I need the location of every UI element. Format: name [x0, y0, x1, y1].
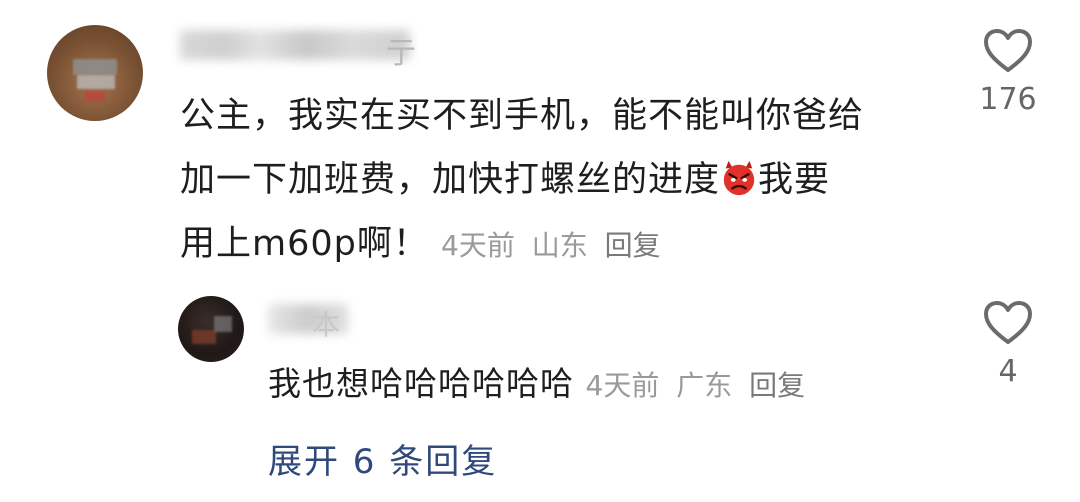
- reply-text: 我也想哈哈哈哈哈哈: [268, 364, 574, 403]
- comment-line-2-end: 我要: [758, 160, 831, 200]
- reply-location: 广东: [676, 369, 733, 402]
- comment-meta: 4天前 山东 回复: [441, 229, 669, 262]
- reply-time: 4天前: [585, 369, 660, 402]
- reply-like-count: 4: [998, 354, 1018, 389]
- reply-button[interactable]: 回复: [605, 229, 661, 262]
- username-visible-fragment: 亍: [386, 36, 416, 71]
- expand-replies-button[interactable]: 展开 6 条回复: [268, 434, 497, 483]
- heart-icon: [984, 301, 1032, 344]
- angry-devil-emoji-icon: [723, 160, 755, 196]
- avatar[interactable]: [47, 25, 143, 121]
- comment-line-1: 公主，我实在买不到手机，能不能叫你爸给: [180, 96, 865, 136]
- comment-text: 公主，我实在买不到手机，能不能叫你爸给 加一下加班费，加快打螺丝的进度 我要 用…: [180, 84, 940, 278]
- comment-line-2: 加一下加班费，加快打螺丝的进度: [180, 160, 721, 200]
- comment-line-3: 用上m60p啊！: [180, 224, 429, 264]
- reply-text-wrap: 我也想哈哈哈哈哈哈 4天前 广东 回复: [268, 356, 813, 414]
- heart-icon: [984, 29, 1032, 72]
- like-button[interactable]: 176: [972, 28, 1044, 117]
- like-count: 176: [979, 82, 1037, 117]
- reply-username-visible-fragment: 本: [312, 308, 341, 341]
- username-blurred[interactable]: [180, 30, 410, 60]
- comment-time: 4天前: [441, 229, 515, 262]
- comment-line-3-wrap: 用上m60p啊！ 4天前 山东 回复: [180, 212, 940, 278]
- reply-meta: 4天前 广东 回复: [586, 369, 814, 402]
- reply-reply-button[interactable]: 回复: [749, 369, 805, 402]
- comment-location: 山东: [531, 229, 588, 262]
- comment-line-2-wrap: 加一下加班费，加快打螺丝的进度 我要: [180, 148, 940, 212]
- reply-like-button[interactable]: 4: [972, 300, 1044, 389]
- reply-avatar[interactable]: [178, 296, 244, 362]
